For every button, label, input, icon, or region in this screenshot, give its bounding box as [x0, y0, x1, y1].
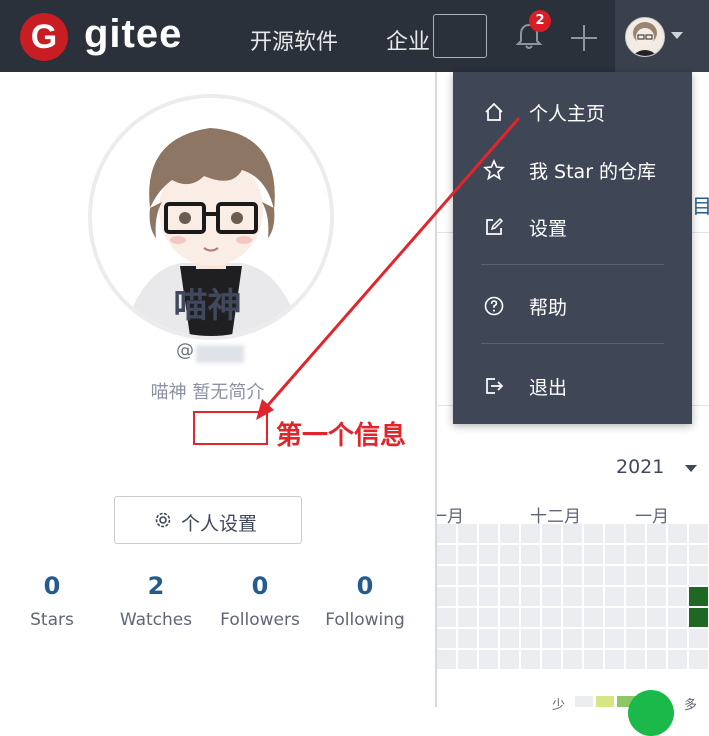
annotation-arrow-icon [256, 117, 521, 420]
